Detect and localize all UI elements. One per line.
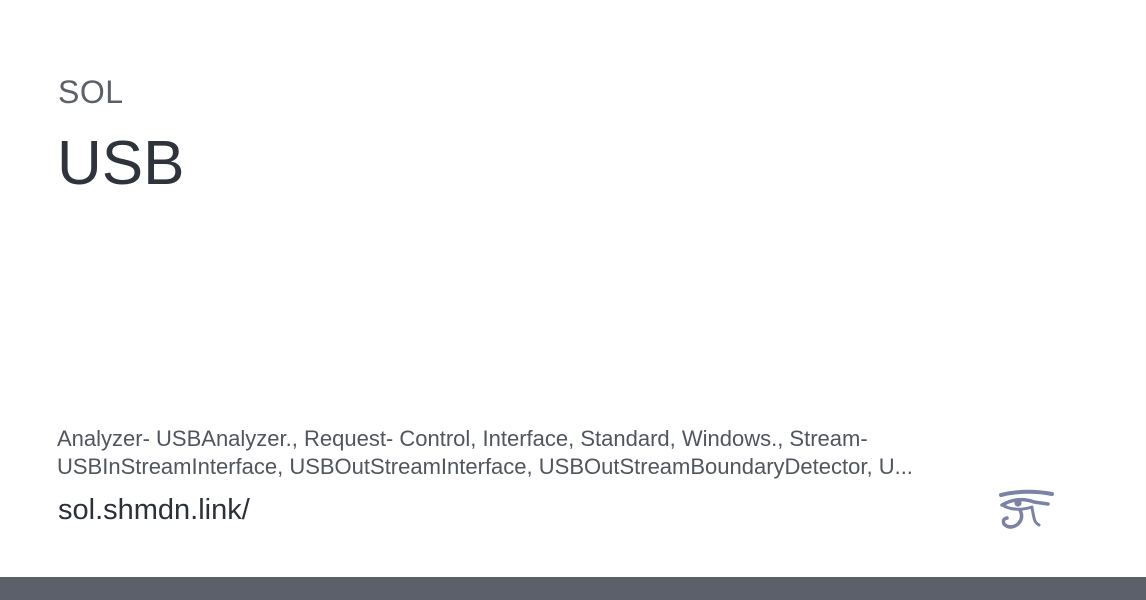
site-name: SOL [58,74,124,110]
page-description: Analyzer- USBAnalyzer., Request- Control… [57,426,913,479]
link-preview-card: SOL USB Analyzer- USBAnalyzer., Request-… [0,0,1146,600]
footer-bar [0,577,1146,600]
site-url-link[interactable]: sol.shmdn.link/ [58,492,250,528]
eye-of-horus-icon [999,489,1054,529]
page-title: USB [57,129,185,198]
